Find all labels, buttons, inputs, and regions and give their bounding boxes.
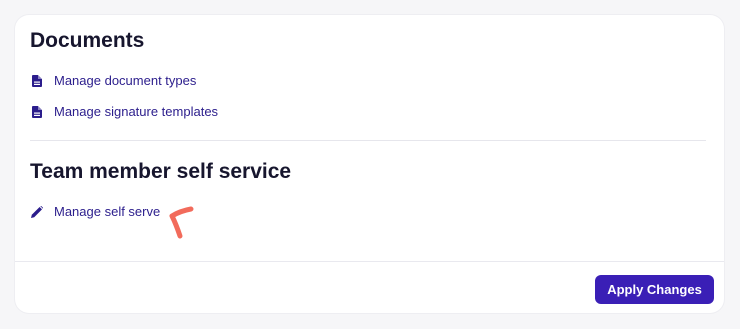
manage-document-types-link[interactable]: Manage document types	[30, 73, 196, 88]
manage-signature-templates-link[interactable]: Manage signature templates	[30, 104, 218, 119]
settings-card: Documents Manage document types Manage s…	[15, 15, 724, 313]
link-label: Manage document types	[54, 73, 197, 88]
document-icon	[30, 73, 43, 88]
document-icon	[30, 104, 43, 119]
documents-heading: Documents	[30, 29, 145, 52]
self-service-heading: Team member self service	[30, 160, 292, 183]
link-label: Manage self serve	[54, 204, 161, 219]
link-label: Manage signature templates	[54, 104, 219, 119]
card-footer: Apply Changes	[15, 261, 724, 313]
manage-self-serve-link[interactable]: Manage self serve	[30, 204, 160, 219]
apply-changes-button[interactable]: Apply Changes	[595, 275, 714, 304]
pencil-icon	[30, 204, 43, 219]
annotation-caret-mark	[169, 206, 194, 239]
section-divider	[30, 140, 706, 141]
